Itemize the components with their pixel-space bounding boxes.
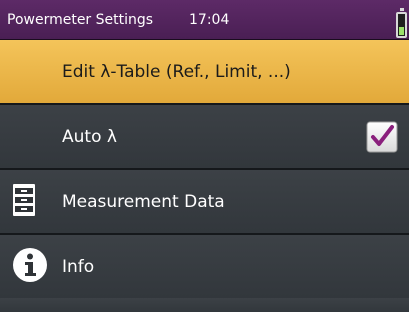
status-bar: Powermeter Settings 17:04 — [0, 0, 409, 40]
cabinet-icon — [12, 183, 36, 221]
battery-icon — [396, 8, 407, 38]
menu-item-label: Edit λ-Table (Ref., Limit, ...) — [62, 61, 291, 82]
battery-level-fill — [399, 27, 404, 35]
menu-item-info[interactable]: Info — [0, 235, 409, 300]
menu-item-label: Info — [62, 256, 95, 277]
menu-item-label: Auto λ — [62, 126, 117, 147]
info-icon — [12, 247, 48, 287]
menu-item-partial — [0, 298, 409, 312]
menu-item-measurement-data[interactable]: Measurement Data — [0, 170, 409, 235]
menu-item-auto-lambda[interactable]: Auto λ — [0, 105, 409, 170]
status-time: 17:04 — [189, 12, 230, 28]
powermeter-settings-screen: Powermeter Settings 17:04 Edit λ-Table (… — [0, 0, 409, 312]
status-title: Powermeter Settings — [7, 12, 154, 28]
menu-item-edit-lambda-table[interactable]: Edit λ-Table (Ref., Limit, ...) — [0, 40, 409, 105]
menu-item-label: Measurement Data — [62, 191, 225, 212]
checkbox-checked-icon[interactable] — [366, 121, 398, 153]
